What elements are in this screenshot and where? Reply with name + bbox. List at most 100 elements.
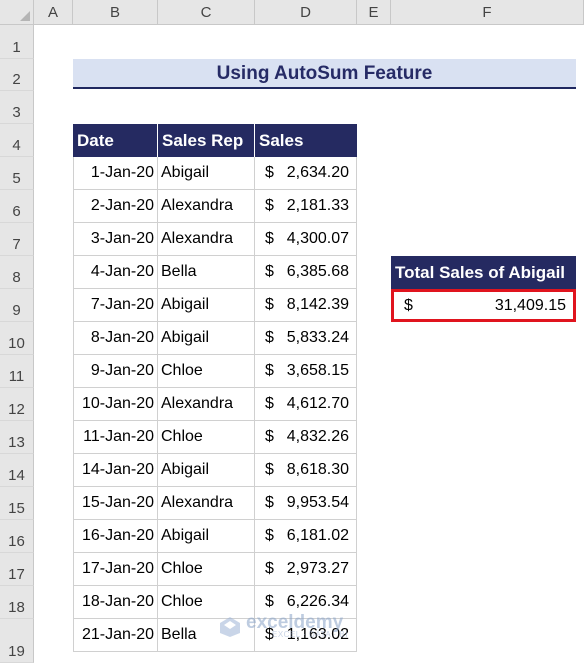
table-cell-date[interactable]: 10-Jan-20 bbox=[73, 388, 158, 421]
header-sales-rep[interactable]: Sales Rep bbox=[158, 124, 255, 157]
table-cell-date[interactable]: 16-Jan-20 bbox=[73, 520, 158, 553]
total-currency: $ bbox=[404, 297, 413, 314]
sheet-title[interactable]: Using AutoSum Feature bbox=[73, 59, 576, 89]
table-cell-date[interactable]: 11-Jan-20 bbox=[73, 421, 158, 454]
currency-symbol: $ bbox=[265, 527, 274, 544]
sales-amount: 6,181.02 bbox=[286, 527, 349, 544]
table-cell-rep[interactable]: Abigail bbox=[158, 454, 255, 487]
sales-amount: 2,634.20 bbox=[286, 164, 349, 181]
row-header-14[interactable]: 14 bbox=[0, 454, 34, 487]
row-header-8[interactable]: 8 bbox=[0, 256, 34, 289]
sales-amount: 8,142.39 bbox=[286, 296, 349, 313]
table-cell-rep[interactable]: Alexandra bbox=[158, 190, 255, 223]
currency-symbol: $ bbox=[265, 263, 274, 280]
table-cell-rep[interactable]: Abigail bbox=[158, 520, 255, 553]
table-cell-sales[interactable]: $2,634.20 bbox=[255, 157, 357, 190]
select-all-triangle-icon bbox=[20, 11, 30, 21]
table-cell-rep[interactable]: Alexandra bbox=[158, 223, 255, 256]
currency-symbol: $ bbox=[265, 197, 274, 214]
header-date[interactable]: Date bbox=[73, 124, 158, 157]
currency-symbol: $ bbox=[265, 428, 274, 445]
column-header-a[interactable]: A bbox=[34, 0, 73, 25]
row-header-13[interactable]: 13 bbox=[0, 421, 34, 454]
table-cell-sales[interactable]: $3,658.15 bbox=[255, 355, 357, 388]
row-header-3[interactable]: 3 bbox=[0, 91, 34, 124]
table-cell-date[interactable]: 14-Jan-20 bbox=[73, 454, 158, 487]
row-header-1[interactable]: 1 bbox=[0, 25, 34, 59]
sales-amount: 4,832.26 bbox=[286, 428, 349, 445]
row-header-6[interactable]: 6 bbox=[0, 190, 34, 223]
table-cell-sales[interactable]: $8,142.39 bbox=[255, 289, 357, 322]
table-cell-sales[interactable]: $4,612.70 bbox=[255, 388, 357, 421]
sales-amount: 8,618.30 bbox=[286, 461, 349, 478]
table-cell-date[interactable]: 18-Jan-20 bbox=[73, 586, 158, 619]
total-sales-label[interactable]: Total Sales of Abigail bbox=[391, 256, 576, 289]
sales-amount: 4,612.70 bbox=[286, 395, 349, 412]
table-cell-date[interactable]: 8-Jan-20 bbox=[73, 322, 158, 355]
sales-amount: 6,385.68 bbox=[286, 263, 349, 280]
row-header-17[interactable]: 17 bbox=[0, 553, 34, 586]
currency-symbol: $ bbox=[265, 329, 274, 346]
table-cell-date[interactable]: 4-Jan-20 bbox=[73, 256, 158, 289]
table-cell-date[interactable]: 7-Jan-20 bbox=[73, 289, 158, 322]
table-cell-date[interactable]: 1-Jan-20 bbox=[73, 157, 158, 190]
header-sales[interactable]: Sales bbox=[255, 124, 357, 157]
row-header-16[interactable]: 16 bbox=[0, 520, 34, 553]
table-cell-sales[interactable]: $2,973.27 bbox=[255, 553, 357, 586]
table-cell-rep[interactable]: Abigail bbox=[158, 157, 255, 190]
column-header-b[interactable]: B bbox=[73, 0, 158, 25]
row-header-15[interactable]: 15 bbox=[0, 487, 34, 520]
table-cell-date[interactable]: 15-Jan-20 bbox=[73, 487, 158, 520]
row-header-5[interactable]: 5 bbox=[0, 157, 34, 190]
row-header-18[interactable]: 18 bbox=[0, 586, 34, 619]
table-cell-date[interactable]: 2-Jan-20 bbox=[73, 190, 158, 223]
table-cell-sales[interactable]: $2,181.33 bbox=[255, 190, 357, 223]
row-header-9[interactable]: 9 bbox=[0, 289, 34, 322]
table-cell-date[interactable]: 21-Jan-20 bbox=[73, 619, 158, 652]
exceldemy-logo-icon bbox=[220, 616, 240, 637]
table-cell-rep[interactable]: Abigail bbox=[158, 322, 255, 355]
currency-symbol: $ bbox=[265, 362, 274, 379]
total-sales-cell[interactable]: $ 31,409.15 bbox=[391, 289, 576, 322]
row-header-2[interactable]: 2 bbox=[0, 59, 34, 91]
table-cell-sales[interactable]: $6,181.02 bbox=[255, 520, 357, 553]
column-header-c[interactable]: C bbox=[158, 0, 255, 25]
table-cell-sales[interactable]: $6,385.68 bbox=[255, 256, 357, 289]
table-cell-sales[interactable]: $4,300.07 bbox=[255, 223, 357, 256]
table-cell-date[interactable]: 3-Jan-20 bbox=[73, 223, 158, 256]
sales-amount: 3,658.15 bbox=[286, 362, 349, 379]
row-header-4[interactable]: 4 bbox=[0, 124, 34, 157]
currency-symbol: $ bbox=[265, 461, 274, 478]
table-cell-rep[interactable]: Abigail bbox=[158, 289, 255, 322]
currency-symbol: $ bbox=[265, 494, 274, 511]
table-cell-rep[interactable]: Alexandra bbox=[158, 388, 255, 421]
row-header-10[interactable]: 10 bbox=[0, 322, 34, 355]
table-cell-sales[interactable]: $4,832.26 bbox=[255, 421, 357, 454]
column-header-e[interactable]: E bbox=[357, 0, 391, 25]
table-cell-sales[interactable]: $9,953.54 bbox=[255, 487, 357, 520]
table-cell-rep[interactable]: Bella bbox=[158, 256, 255, 289]
table-cell-date[interactable]: 17-Jan-20 bbox=[73, 553, 158, 586]
table-cell-date[interactable]: 9-Jan-20 bbox=[73, 355, 158, 388]
currency-symbol: $ bbox=[265, 560, 274, 577]
table-cell-sales[interactable]: $8,618.30 bbox=[255, 454, 357, 487]
select-all-corner[interactable] bbox=[0, 0, 34, 25]
column-header-d[interactable]: D bbox=[255, 0, 357, 25]
sales-amount: 2,973.27 bbox=[286, 560, 349, 577]
currency-symbol: $ bbox=[265, 296, 274, 313]
table-cell-rep[interactable]: Chloe bbox=[158, 553, 255, 586]
total-sales-value: 31,409.15 bbox=[494, 297, 566, 314]
row-header-12[interactable]: 12 bbox=[0, 388, 34, 421]
row-header-11[interactable]: 11 bbox=[0, 355, 34, 388]
table-cell-rep[interactable]: Chloe bbox=[158, 355, 255, 388]
table-cell-sales[interactable]: $5,833.24 bbox=[255, 322, 357, 355]
row-header-7[interactable]: 7 bbox=[0, 223, 34, 256]
table-cell-rep[interactable]: Chloe bbox=[158, 421, 255, 454]
sales-amount: 9,953.54 bbox=[286, 494, 349, 511]
column-header-f[interactable]: F bbox=[391, 0, 584, 25]
watermark: exceldemy EXCEL · DATA · BI bbox=[218, 613, 348, 639]
row-header-19[interactable]: 19 bbox=[0, 619, 34, 663]
watermark-tagline: EXCEL · DATA · BI bbox=[272, 630, 348, 639]
table-cell-rep[interactable]: Alexandra bbox=[158, 487, 255, 520]
sales-amount: 5,833.24 bbox=[286, 329, 349, 346]
